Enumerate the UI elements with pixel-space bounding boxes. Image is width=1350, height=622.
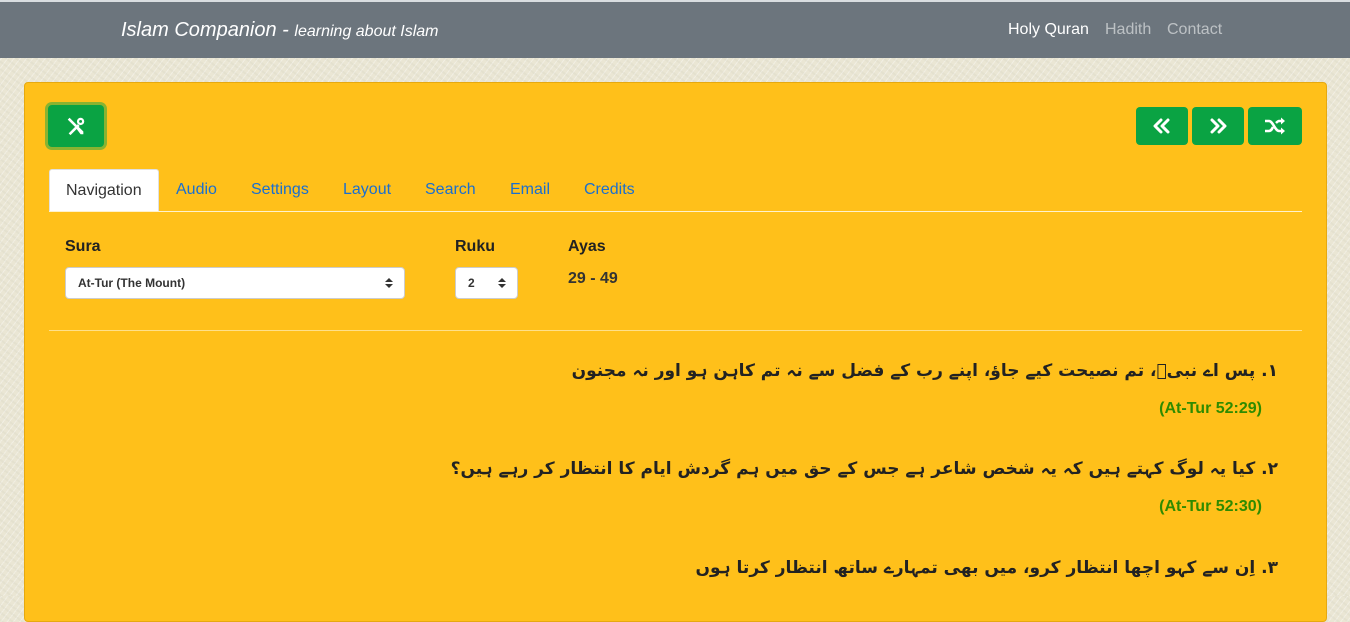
section-divider xyxy=(49,330,1302,331)
tab-bar: Navigation Audio Settings Layout Search … xyxy=(49,169,1302,212)
tab-credits[interactable]: Credits xyxy=(584,169,635,211)
verse-number: ۱. xyxy=(1261,361,1278,381)
verse-line: ۳. اِن سے کہو اچھا انتظار کرو، میں بھی ت… xyxy=(696,557,1279,578)
verse-reference[interactable]: (At-Tur 52:29) xyxy=(1159,400,1262,418)
next-button[interactable] xyxy=(1192,107,1244,145)
verse-line: ۲. کیا یہ لوگ کہتے ہیں کہ یہ شخص شاعر ہے… xyxy=(451,458,1278,479)
previous-button[interactable] xyxy=(1136,107,1188,145)
double-chevron-right-icon xyxy=(1210,118,1227,134)
sura-select[interactable]: At-Tur (The Mount) xyxy=(65,267,405,299)
tab-settings[interactable]: Settings xyxy=(251,169,309,211)
tab-search[interactable]: Search xyxy=(425,169,476,211)
main-card: Navigation Audio Settings Layout Search … xyxy=(24,82,1327,622)
ruku-select[interactable]: 2 xyxy=(455,267,518,299)
select-arrows-icon xyxy=(385,278,393,288)
nav-hadith[interactable]: Hadith xyxy=(1105,21,1151,39)
nav-holy-quran[interactable]: Holy Quran xyxy=(1008,21,1089,39)
double-chevron-left-icon xyxy=(1153,118,1170,134)
shuffle-icon xyxy=(1265,117,1285,135)
random-button[interactable] xyxy=(1248,107,1302,145)
top-navbar: Islam Companion - learning about Islam H… xyxy=(0,0,1350,58)
tab-audio[interactable]: Audio xyxy=(176,169,217,211)
tab-navigation[interactable]: Navigation xyxy=(49,169,159,211)
tools-icon xyxy=(67,117,85,136)
select-arrows-icon xyxy=(498,278,506,288)
sura-selected-value: At-Tur (The Mount) xyxy=(78,276,186,290)
verse-text: اِن سے کہو اچھا انتظار کرو، میں بھی تمہا… xyxy=(695,558,1256,578)
sura-label: Sura xyxy=(65,238,101,255)
brand-separator: - xyxy=(276,19,295,41)
brand-subtitle: learning about Islam xyxy=(294,23,439,40)
ruku-label: Ruku xyxy=(455,238,495,255)
brand-title: Islam Companion xyxy=(121,19,277,41)
ayas-range: 29 - 49 xyxy=(568,270,618,287)
verse-number: ۳. xyxy=(1261,558,1278,578)
ayas-label: Ayas xyxy=(568,238,606,255)
verse-number: ۲. xyxy=(1261,459,1278,479)
verse-line: ۱. پس اے نبیؐ، تم نصیحت کیے جاؤ، اپنے رب… xyxy=(572,360,1278,381)
verse-reference[interactable]: (At-Tur 52:30) xyxy=(1159,498,1262,516)
verse-text: کیا یہ لوگ کہتے ہیں کہ یہ شخص شاعر ہے جس… xyxy=(450,459,1256,479)
verse-text: پس اے نبیؐ، تم نصیحت کیے جاؤ، اپنے رب کے… xyxy=(571,361,1256,381)
tab-email[interactable]: Email xyxy=(510,169,550,211)
nav-contact[interactable]: Contact xyxy=(1167,21,1222,39)
tools-button[interactable] xyxy=(48,105,104,147)
brand[interactable]: Islam Companion - learning about Islam xyxy=(121,19,439,42)
ruku-selected-value: 2 xyxy=(468,276,475,290)
tab-layout[interactable]: Layout xyxy=(343,169,391,211)
